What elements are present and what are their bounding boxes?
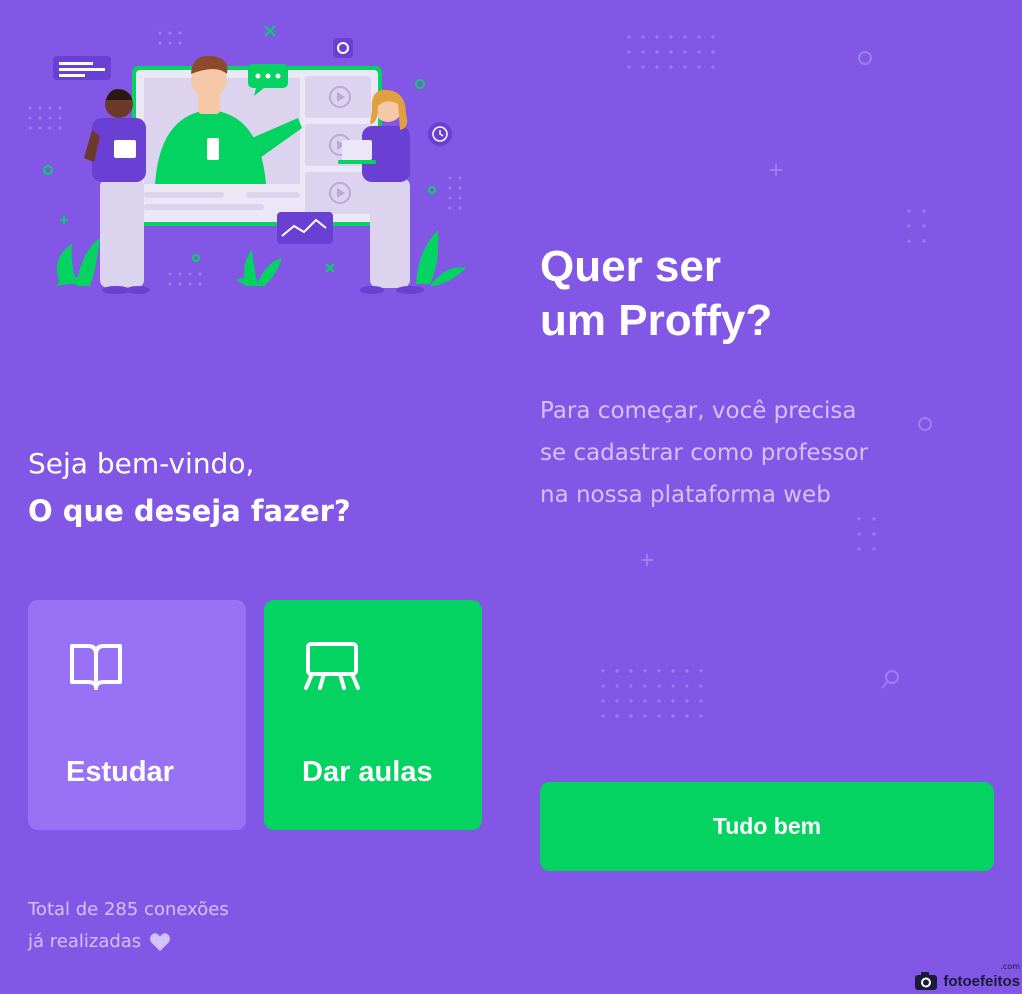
- ring-decoration: [858, 51, 872, 65]
- book-icon: [70, 644, 122, 690]
- search-icon: [881, 670, 899, 689]
- cta-desc-line-3: na nossa plataforma web: [540, 482, 831, 508]
- welcome-heading: Seja bem-vindo, O que deseja fazer?: [28, 446, 468, 532]
- watermark-suffix: .com: [1000, 962, 1020, 971]
- welcome-question: O que deseja fazer?: [28, 494, 351, 528]
- connections-line-2: já realizadas: [28, 926, 229, 958]
- cta-title-line-2: um Proffy?: [540, 296, 773, 345]
- watermark: fotoefeitos .com: [913, 962, 1020, 992]
- study-label: Estudar: [66, 756, 174, 788]
- dot-grid-decoration: [601, 669, 703, 718]
- hero-illustration: [28, 25, 466, 294]
- heart-icon: [150, 933, 171, 952]
- camera-logo-icon: [915, 972, 938, 990]
- teach-label: Dar aulas: [302, 756, 433, 788]
- cta-title-line-1: Quer ser: [540, 242, 721, 291]
- dot-grid-decoration: [907, 209, 926, 243]
- connections-line-1: Total de 285 conexões: [28, 899, 229, 920]
- dot-grid-decoration: [857, 517, 876, 551]
- welcome-greeting: Seja bem-vindo,: [28, 447, 255, 480]
- dot-grid-decoration: [627, 35, 715, 69]
- ok-button[interactable]: Tudo bem: [540, 782, 994, 871]
- cta-description: Para começar, você precisa se cadastrar …: [540, 390, 920, 516]
- teach-button[interactable]: Dar aulas: [264, 600, 482, 830]
- whiteboard-icon: [304, 642, 360, 690]
- watermark-text: fotoefeitos: [943, 972, 1020, 990]
- plus-decoration: [770, 164, 782, 176]
- cta-desc-line-2: se cadastrar como professor: [540, 440, 869, 466]
- cta-title: Quer ser um Proffy?: [540, 240, 860, 348]
- plus-decoration: [641, 554, 653, 566]
- cta-desc-line-1: Para começar, você precisa: [540, 398, 857, 424]
- connections-line-2-text: já realizadas: [28, 931, 142, 952]
- connections-counter: Total de 285 conexões já realizadas: [28, 894, 229, 958]
- study-button[interactable]: Estudar: [28, 600, 246, 830]
